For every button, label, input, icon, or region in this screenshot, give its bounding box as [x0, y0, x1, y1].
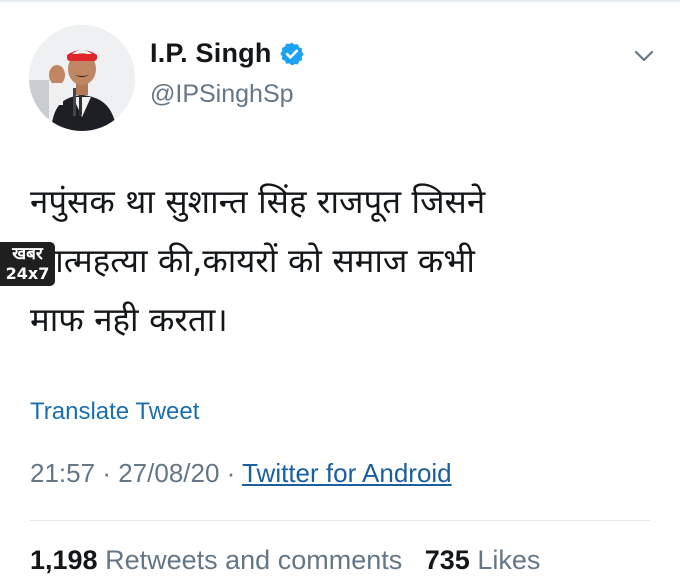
- chevron-down-icon[interactable]: [632, 46, 656, 66]
- retweets-count: 1,198: [30, 545, 98, 575]
- likes-stat[interactable]: 735 Likes: [425, 545, 541, 575]
- tweet-text: नपुंसक था सुशान्त सिंह राजपूत जिसने आत्म…: [30, 182, 486, 339]
- watermark-logo: खबर 24x7: [0, 242, 55, 286]
- retweets-stat[interactable]: 1,198 Retweets and comments: [30, 545, 410, 575]
- avatar-image: [29, 25, 135, 131]
- retweets-label: Retweets and comments: [105, 545, 403, 575]
- tweet-time[interactable]: 21:57: [30, 458, 95, 488]
- likes-label: Likes: [477, 545, 541, 575]
- watermark-top-text: खबर: [12, 244, 43, 264]
- verified-badge-icon: [279, 41, 305, 67]
- stats-divider: [30, 520, 650, 521]
- meta-separator: ·: [226, 458, 236, 488]
- avatar[interactable]: [29, 25, 135, 131]
- author-display-name[interactable]: I.P. Singh: [150, 38, 272, 69]
- watermark-bottom-text: 24x7: [5, 264, 50, 283]
- author-name-row: I.P. Singh: [150, 38, 305, 69]
- tweet-meta: 21:57 · 27/08/20 · Twitter for Android: [30, 458, 452, 489]
- tweet-stats: 1,198 Retweets and comments 735 Likes: [30, 545, 540, 576]
- meta-separator: ·: [102, 458, 111, 488]
- tweet-source-link[interactable]: Twitter for Android: [242, 458, 452, 488]
- likes-count: 735: [424, 545, 470, 575]
- author-handle[interactable]: @IPSinghSp: [150, 80, 294, 109]
- tweet-date[interactable]: 27/08/20: [118, 458, 219, 488]
- top-divider: [0, 0, 680, 2]
- translate-tweet-link[interactable]: Translate Tweet: [30, 398, 199, 426]
